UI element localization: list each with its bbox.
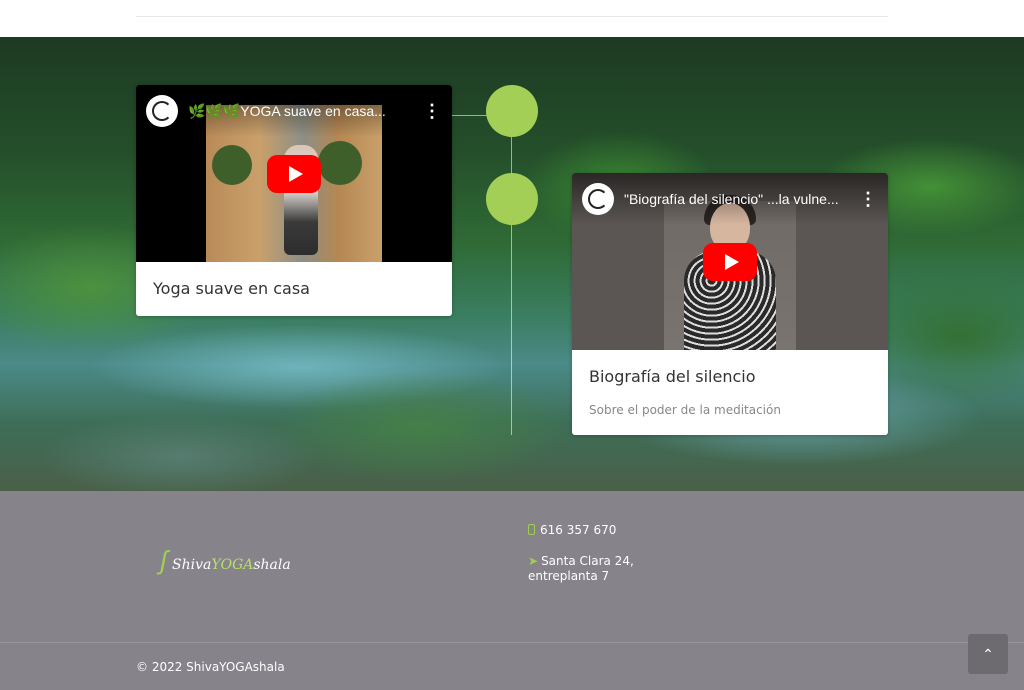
timeline-section: 🌿🌿🌿YOGA suave en casa... ⋮ Yoga suave en…	[0, 37, 1024, 491]
video-title[interactable]: 🌿🌿🌿YOGA suave en casa...	[188, 103, 422, 120]
plant-shape	[318, 141, 362, 185]
copyright-text: © 2022 ShivaYOGAshala	[136, 660, 285, 674]
video-embed[interactable]: "Biografía del silencio" ...la vulne... …	[572, 173, 888, 350]
timeline-dot	[486, 85, 538, 137]
video-embed[interactable]: 🌿🌿🌿YOGA suave en casa... ⋮	[136, 85, 452, 262]
card-subtitle: Sobre el poder de la meditación	[589, 403, 781, 417]
more-options-icon[interactable]: ⋮	[858, 190, 878, 208]
top-bar	[0, 0, 1024, 37]
channel-avatar[interactable]	[582, 183, 614, 215]
card-title: Yoga suave en casa	[153, 279, 310, 298]
timeline-dot	[486, 173, 538, 225]
timeline-line	[511, 115, 512, 435]
timeline-card-silencio: "Biografía del silencio" ...la vulne... …	[572, 173, 888, 435]
address-text: Santa Clara 24, entreplanta 7	[528, 554, 634, 583]
scroll-to-top-button[interactable]: ⌃	[968, 634, 1008, 674]
video-title[interactable]: "Biografía del silencio" ...la vulne...	[624, 191, 858, 207]
footer: ʃ ShivaYOGAshala 616 357 670 ➤ Santa Clar…	[0, 491, 1024, 690]
contact-address: ➤ Santa Clara 24, entreplanta 7	[528, 554, 658, 584]
chevron-up-icon: ⌃	[982, 645, 994, 662]
more-options-icon[interactable]: ⋮	[422, 102, 442, 120]
phone-number: 616 357 670	[540, 523, 617, 537]
top-divider	[136, 16, 888, 17]
logo-wordmark: ShivaYOGAshala	[172, 557, 291, 573]
play-button[interactable]	[703, 243, 757, 281]
site-logo[interactable]: ʃ ShivaYOGAshala	[158, 543, 291, 583]
video-header: "Biografía del silencio" ...la vulne... …	[572, 173, 888, 225]
card-title: Biografía del silencio	[589, 367, 756, 386]
logo-mark-icon: ʃ	[160, 545, 168, 575]
timeline-card-yoga: 🌿🌿🌿YOGA suave en casa... ⋮ Yoga suave en…	[136, 85, 452, 316]
location-arrow-icon: ➤	[528, 554, 539, 568]
contact-phone[interactable]: 616 357 670	[528, 523, 616, 537]
channel-avatar[interactable]	[146, 95, 178, 127]
video-header: 🌿🌿🌿YOGA suave en casa... ⋮	[136, 85, 452, 137]
plant-shape	[212, 145, 252, 185]
footer-divider	[0, 642, 1024, 643]
play-button[interactable]	[267, 155, 321, 193]
phone-icon	[528, 524, 535, 535]
